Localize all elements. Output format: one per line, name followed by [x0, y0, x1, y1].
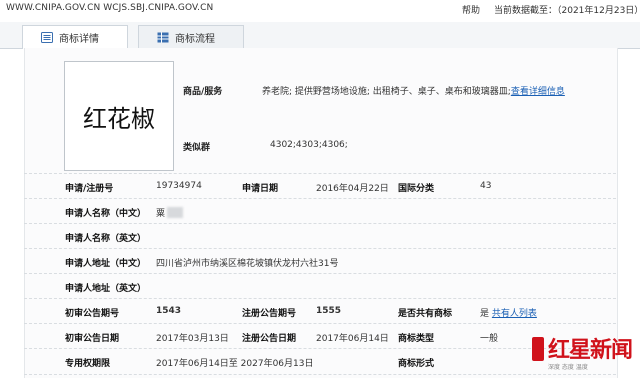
shared-value-text: 是 [480, 309, 490, 319]
goods-services-label: 商品/服务 [183, 87, 223, 97]
reg-no-value: 19734974 [156, 181, 202, 191]
table-row: 申请人名称（中文） 粟 [24, 198, 616, 224]
table-icon [157, 32, 169, 42]
tab-trademark-details[interactable]: 商标详情 [22, 25, 128, 49]
address-cn-value: 四川省泸州市纳溪区棉花坡镇伏龙村六社31号 [156, 259, 339, 269]
exclusive-period-value: 2017年06月14日至 2027年06月13日 [156, 359, 314, 369]
table-row: 初审公告日期 2017年03月13日 注册公告日期 2017年06月14日 商标… [24, 323, 616, 349]
co-owner-list-link[interactable]: 共有人列表 [492, 309, 537, 319]
view-details-link[interactable]: 查看详细信息 [511, 87, 565, 97]
table-row: 申请/注册号 19734974 申请日期 2016年04月22日 国际分类 43 [24, 173, 616, 199]
type-value: 一般 [480, 334, 499, 344]
reg-date-value: 2017年06月14日 [316, 334, 389, 344]
shared-label: 是否共有商标 [398, 309, 453, 319]
applicant-cn-value: 粟 [156, 206, 184, 219]
table-row: 申请人地址（中文） 四川省泸州市纳溪区棉花坡镇伏龙村六社31号 [24, 248, 616, 274]
redacted-block [167, 207, 184, 218]
similar-group-label: 类似群 [183, 143, 211, 153]
intl-class-label: 国际分类 [398, 184, 435, 194]
watermark-title: 红星新闻 [548, 337, 633, 363]
data-date: 当前数据截至：（2021年12月23日） [494, 6, 640, 16]
help-link[interactable]: 帮助 [462, 3, 480, 16]
apply-date-label: 申请日期 [242, 184, 279, 194]
table-row: 专用权期限 2017年06月14日至 2027年06月13日 商标形式 [24, 348, 616, 375]
shared-value: 是 共有人列表 [480, 306, 537, 319]
document-icon [41, 32, 53, 43]
address-cn-label: 申请人地址（中文） [65, 259, 147, 269]
prelim-no-label: 初审公告期号 [65, 309, 120, 319]
goods-services-value: 养老院; 提供野营场地设施; 出租椅子、桌子、桌布和玻璃器皿;查看详细信息 [262, 84, 565, 97]
exclusive-period-label: 专用权期限 [65, 359, 111, 369]
trademark-image: 红花椒 [64, 61, 174, 171]
reg-no-label: 申请/注册号 [65, 184, 114, 194]
table-row: 申请人名称（英文） [24, 223, 616, 249]
prelim-no-value: 1543 [156, 306, 182, 316]
reg-date-label: 注册公告日期 [242, 334, 297, 344]
watermark-subtitle: 深度 态度 温度 [548, 364, 588, 371]
prelim-date-value: 2017年03月13日 [156, 334, 229, 344]
applicant-cn-label: 申请人名称（中文） [65, 209, 147, 219]
apply-date-value: 2016年04月22日 [316, 184, 389, 194]
form-label: 商标形式 [398, 359, 435, 369]
applicant-cn-text: 粟 [156, 209, 166, 219]
intl-class-value: 43 [480, 181, 492, 191]
similar-group-value: 4302;4303;4306; [270, 140, 348, 150]
tab-label: 商标流程 [175, 33, 215, 45]
reg-pub-no-label: 注册公告期号 [242, 309, 297, 319]
watermark-logo-mark [532, 337, 544, 361]
applicant-en-label: 申请人名称（英文） [65, 234, 147, 244]
type-label: 商标类型 [398, 334, 435, 344]
reg-pub-no-value: 1555 [316, 306, 342, 316]
goods-services-text: 养老院; 提供野营场地设施; 出租椅子、桌子、桌布和玻璃器皿; [262, 87, 511, 97]
tab-trademark-process[interactable]: 商标流程 [138, 25, 244, 48]
news-watermark: 红星新闻 深度 态度 温度 [532, 331, 636, 373]
address-en-label: 申请人地址（英文） [65, 284, 147, 294]
trademark-image-text: 红花椒 [83, 104, 155, 133]
tab-label: 商标详情 [59, 34, 99, 45]
prelim-date-label: 初审公告日期 [65, 334, 120, 344]
table-row: 申请人地址（英文） [24, 273, 616, 299]
site-urls[interactable]: WWW.CNIPA.GOV.CN WCJS.SBJ.CNIPA.GOV.CN [6, 3, 213, 13]
tab-bar: 商标详情 商标流程 [0, 22, 640, 49]
top-bar: WWW.CNIPA.GOV.CN WCJS.SBJ.CNIPA.GOV.CN 帮… [0, 0, 640, 18]
table-row: 初审公告期号 1543 注册公告期号 1555 是否共有商标 是 共有人列表 [24, 298, 616, 324]
